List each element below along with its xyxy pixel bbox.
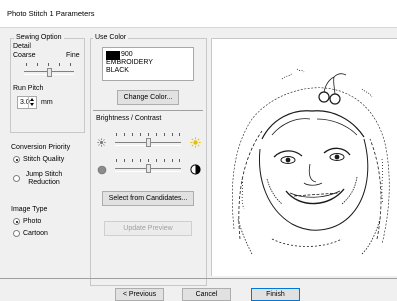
brightness-tick (116, 133, 117, 136)
contrast-slider-thumb[interactable] (145, 164, 151, 173)
brightness-tick (140, 133, 141, 136)
brightness-slider[interactable] (115, 133, 181, 151)
color-list[interactable]: 900 EMBROIDERY BLACK (102, 47, 194, 81)
color-brand: EMBROIDERY (106, 59, 153, 66)
brightness-tick (148, 133, 149, 136)
sewing-option-label: Sewing Option (14, 34, 64, 42)
contrast-tick (179, 159, 180, 162)
detail-slider-thumb[interactable] (46, 68, 52, 77)
use-color-label: Use Color (93, 34, 129, 42)
previous-button[interactable]: < Previous (115, 288, 164, 301)
brightness-tick (156, 133, 157, 136)
title-bar: Photo Stitch 1 Parameters (0, 0, 397, 28)
detail-label: Detail (13, 43, 31, 50)
radio-jump-stitch-reduction[interactable]: Jump Stitch Reduction (13, 171, 88, 189)
contrast-slider[interactable] (115, 159, 181, 177)
contrast-tick (156, 159, 157, 162)
photo-stitch-dialog: Photo Stitch 1 Parameters Sewing Option … (0, 0, 397, 301)
detail-tick (26, 63, 27, 66)
divider (93, 110, 203, 111)
color-name: BLACK (106, 67, 129, 74)
select-candidates-button[interactable]: Select from Candidates... (102, 191, 194, 206)
jump-stitch-label: Jump Stitch Reduction (25, 171, 63, 186)
brightness-tick (132, 133, 133, 136)
cancel-button[interactable]: Cancel (182, 288, 231, 301)
image-type-label: Image Type (11, 206, 48, 213)
run-pitch-input[interactable]: 3.0 (17, 96, 37, 109)
detail-tick (70, 63, 71, 66)
radio-stitch-quality[interactable]: Stitch Quality (13, 155, 88, 165)
brightness-high-icon (190, 137, 201, 148)
detail-min-label: Coarse (13, 52, 36, 59)
detail-tick (37, 63, 38, 66)
brightness-contrast-label: Brightness / Contrast (96, 115, 162, 122)
contrast-high-icon (190, 164, 201, 175)
radio-photo[interactable]: Photo (13, 217, 83, 227)
finish-button[interactable]: Finish (251, 288, 300, 301)
contrast-tick (124, 159, 125, 162)
detail-tick (59, 63, 60, 66)
photo-label: Photo (23, 218, 42, 225)
radio-button[interactable] (13, 230, 20, 237)
run-pitch-label: Run Pitch (13, 85, 44, 92)
spin-up-icon[interactable] (30, 98, 34, 101)
update-preview-button[interactable]: Update Preview (104, 221, 192, 236)
conversion-priority-label: Conversion Priority (11, 144, 71, 151)
detail-slider[interactable] (24, 62, 74, 78)
brightness-tick (179, 133, 180, 136)
brightness-tick (124, 133, 125, 136)
radio-button[interactable] (13, 218, 20, 225)
change-color-button[interactable]: Change Color... (117, 90, 179, 105)
stitch-preview-image (232, 68, 390, 255)
spin-down-icon[interactable] (30, 103, 34, 106)
contrast-tick (164, 159, 165, 162)
color-code: 900 (121, 51, 133, 58)
contrast-tick (148, 159, 149, 162)
window-title: Photo Stitch 1 Parameters (7, 9, 95, 18)
contrast-tick (140, 159, 141, 162)
brightness-low-icon (97, 138, 106, 147)
detail-tick (48, 63, 49, 66)
radio-button[interactable] (13, 175, 20, 182)
footer-divider (0, 278, 397, 279)
contrast-tick (132, 159, 133, 162)
brightness-tick (172, 133, 173, 136)
radio-cartoon[interactable]: Cartoon (13, 229, 83, 239)
run-pitch-spinner[interactable] (28, 97, 36, 108)
detail-max-label: Fine (66, 52, 80, 59)
contrast-low-icon (97, 165, 107, 175)
run-pitch-unit: mm (41, 99, 53, 106)
stitch-quality-label: Stitch Quality (23, 156, 65, 163)
brightness-slider-thumb[interactable] (145, 138, 151, 147)
radio-button[interactable] (13, 156, 20, 163)
brightness-tick (164, 133, 165, 136)
contrast-tick (172, 159, 173, 162)
cartoon-label: Cartoon (23, 230, 48, 237)
preview-panel (211, 38, 397, 276)
contrast-tick (116, 159, 117, 162)
